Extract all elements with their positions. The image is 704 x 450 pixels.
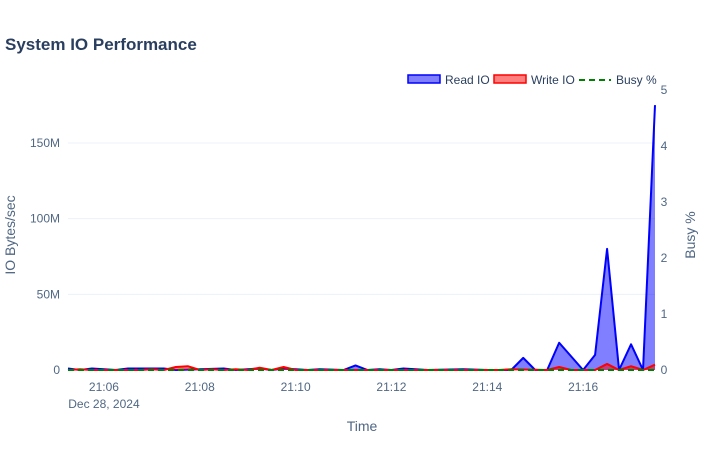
y2-axis: 0 1 2 3 4 5 [661, 83, 668, 377]
y-tick-label: 100M [30, 212, 60, 226]
x-tick-label: 21:16 [568, 380, 598, 394]
legend[interactable]: Read IO Write IO Busy % [407, 73, 657, 87]
y2-tick-label: 0 [661, 363, 668, 377]
legend-swatch-write-io [493, 74, 527, 84]
x-tick-label: 21:12 [376, 380, 406, 394]
legend-swatch-read-io [407, 74, 441, 84]
y2-tick-label: 5 [661, 83, 668, 97]
y2-tick-label: 4 [661, 139, 668, 153]
y2-tick-label: 1 [661, 307, 668, 321]
x-tick-label: 21:08 [185, 380, 215, 394]
gridlines [68, 142, 655, 295]
legend-label-write-io: Write IO [531, 73, 575, 87]
legend-label-read-io: Read IO [445, 73, 490, 87]
y2-tick-label: 3 [661, 195, 668, 209]
legend-label-busy: Busy % [616, 73, 657, 87]
y-axis-title: IO Bytes/sec [2, 195, 18, 274]
x-tick-label: 21:10 [281, 380, 311, 394]
y2-axis-title: Busy % [682, 211, 698, 258]
y-tick-label: 50M [37, 287, 60, 301]
x-tick-label: 21:06 [89, 380, 119, 394]
x-axis: 21:06 21:08 21:10 21:12 21:14 21:16 Dec 28, 20… [68, 380, 598, 411]
x-axis-title: Time [347, 418, 378, 434]
x-tick-label: 21:14 [472, 380, 502, 394]
y-tick-label: 0 [53, 363, 60, 377]
y-tick-label: 150M [30, 136, 60, 150]
x-date-label: Dec 28, 2024 [68, 397, 140, 411]
read-io-line [67, 105, 656, 371]
io-chart[interactable]: 21:06 21:08 21:10 21:12 21:14 21:16 Dec 28, 20… [0, 0, 704, 450]
y2-tick-label: 2 [661, 251, 668, 265]
y-axis: 0 50M 100M 150M [30, 136, 60, 377]
read-io-area [68, 105, 655, 370]
plot-area [67, 105, 656, 371]
